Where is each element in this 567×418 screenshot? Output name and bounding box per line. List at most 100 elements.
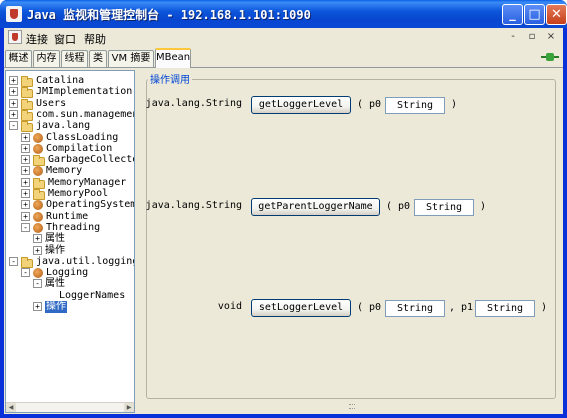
pane-splitter[interactable] bbox=[137, 70, 141, 413]
param-open-paren: ( p0 bbox=[357, 302, 382, 313]
tree-item[interactable]: - Threading bbox=[6, 222, 134, 234]
tree-item[interactable]: + 操作 bbox=[6, 301, 134, 313]
tree-item[interactable]: + ClassLoading bbox=[6, 132, 134, 144]
expand-icon[interactable]: + bbox=[9, 109, 18, 119]
param-input-p1[interactable]: String bbox=[475, 300, 535, 317]
collapse-icon[interactable]: - bbox=[33, 279, 42, 289]
tree-item[interactable]: + Compilation bbox=[6, 143, 134, 155]
param-separator: , p1 bbox=[449, 302, 474, 313]
expand-icon[interactable]: + bbox=[9, 76, 18, 85]
tree-item[interactable]: + MemoryPool bbox=[6, 188, 134, 200]
tab-overview[interactable]: 概述 bbox=[5, 50, 32, 67]
collapse-icon[interactable]: - bbox=[9, 256, 18, 266]
expand-icon[interactable]: + bbox=[21, 200, 30, 210]
tab-classes[interactable]: 类 bbox=[89, 50, 107, 67]
expand-icon[interactable]: + bbox=[21, 211, 30, 221]
scroll-left-icon[interactable]: ◀ bbox=[6, 403, 16, 412]
expand-icon[interactable]: + bbox=[9, 98, 18, 108]
param-input-p0[interactable]: String bbox=[414, 199, 474, 216]
tree-item-label: ClassLoading bbox=[46, 131, 119, 143]
tree-item-label: Logging bbox=[46, 267, 89, 279]
expand-icon[interactable]: + bbox=[33, 234, 42, 244]
operation-invoke-button[interactable]: getParentLoggerName bbox=[251, 198, 380, 216]
expand-icon[interactable]: + bbox=[21, 189, 30, 198]
tree-item[interactable]: + MemoryManager bbox=[6, 177, 134, 189]
tree-item-label: MemoryPool bbox=[48, 188, 109, 199]
tree-item-label: GarbageCollector bbox=[48, 154, 135, 166]
folder-icon bbox=[21, 109, 33, 121]
operation-invoke-button[interactable]: setLoggerLevel bbox=[251, 299, 351, 317]
mbean-icon bbox=[33, 143, 43, 154]
collapse-icon[interactable]: - bbox=[21, 268, 30, 278]
tab-memory[interactable]: 内存 bbox=[33, 50, 60, 67]
minimize-button[interactable]: _ bbox=[502, 4, 523, 25]
tree-item-label: LoggerNames bbox=[59, 289, 126, 301]
operation-return-type: java.lang.String bbox=[145, 200, 242, 211]
mdi-minimize-button[interactable]: - bbox=[505, 29, 521, 45]
mdi-restore-button[interactable]: ▫ bbox=[524, 29, 540, 45]
expand-icon[interactable]: + bbox=[9, 87, 18, 97]
tree-item-label: Compilation bbox=[46, 142, 113, 154]
tree-item-label: OperatingSystem bbox=[46, 199, 135, 211]
tree-item[interactable]: + Memory bbox=[6, 165, 134, 177]
folder-icon bbox=[21, 256, 33, 268]
tree-item-label: Memory bbox=[46, 165, 83, 177]
tree-item[interactable]: + Runtime bbox=[6, 211, 134, 223]
title-bar[interactable]: Java 监视和管理控制台 - 192.168.1.101:1090 _ □ ✕ bbox=[0, 0, 567, 28]
tree-item[interactable]: + OperatingSystem bbox=[6, 199, 134, 211]
tab-mbean[interactable]: MBean bbox=[155, 48, 191, 68]
resize-grip[interactable] bbox=[349, 404, 355, 409]
folder-icon bbox=[33, 155, 45, 167]
tree-item[interactable]: - Logging bbox=[6, 267, 134, 279]
tree-item[interactable]: - java.util.logging bbox=[6, 256, 134, 268]
tree-item[interactable]: + 属性 bbox=[6, 233, 134, 245]
mbean-tree[interactable]: + 操作 LoggerNames - 属性 - Logging - java.util.logg… bbox=[5, 70, 135, 413]
collapse-icon[interactable]: - bbox=[21, 222, 30, 232]
expand-icon[interactable]: + bbox=[21, 166, 30, 176]
expand-icon[interactable]: + bbox=[33, 302, 42, 311]
menu-window[interactable]: 窗口 bbox=[54, 31, 76, 47]
scroll-right-icon[interactable]: ▶ bbox=[124, 403, 134, 412]
tree-item[interactable]: + GarbageCollector bbox=[6, 154, 135, 167]
expand-icon[interactable]: + bbox=[21, 143, 30, 153]
folder-icon bbox=[21, 121, 33, 133]
operations-title: 操作调用 bbox=[148, 71, 192, 86]
plug-connected-icon[interactable] bbox=[541, 52, 559, 62]
param-close-paren: ) bbox=[451, 99, 458, 110]
java-cup-icon[interactable] bbox=[8, 30, 22, 44]
mbean-icon bbox=[33, 222, 43, 233]
collapse-icon[interactable]: - bbox=[9, 121, 18, 131]
expand-icon[interactable]: + bbox=[21, 177, 30, 187]
tree-horizontal-scrollbar[interactable]: ◀ ▶ bbox=[6, 402, 134, 412]
param-input-p0[interactable]: String bbox=[385, 300, 445, 317]
folder-icon bbox=[21, 87, 33, 99]
window-title: Java 监视和管理控制台 - 192.168.1.101:1090 bbox=[27, 8, 311, 22]
expand-icon[interactable]: + bbox=[21, 155, 30, 165]
mdi-close-button[interactable]: × bbox=[543, 29, 559, 45]
tree-item[interactable]: - java.lang bbox=[6, 120, 134, 133]
tree-item[interactable]: + Catalina bbox=[6, 75, 134, 87]
tab-vm-summary[interactable]: VM 摘要 bbox=[108, 50, 154, 67]
maximize-button[interactable]: □ bbox=[524, 4, 545, 25]
expand-icon[interactable]: + bbox=[21, 132, 30, 142]
menu-connect[interactable]: 连接 bbox=[26, 31, 48, 47]
client-area: 连接 窗口 帮助 - ▫ × 概述 内存 线程 类 VM 摘要 MBean + 操… bbox=[4, 28, 563, 414]
tree-item-label: Runtime bbox=[46, 210, 89, 222]
tree-item[interactable]: + 操作 bbox=[6, 245, 134, 257]
app-window: Java 监视和管理控制台 - 192.168.1.101:1090 _ □ ✕… bbox=[0, 0, 567, 418]
tree-item-label: 操作 bbox=[45, 301, 67, 313]
close-button[interactable]: ✕ bbox=[546, 4, 567, 25]
menu-help[interactable]: 帮助 bbox=[84, 31, 106, 47]
tab-threads[interactable]: 线程 bbox=[61, 50, 88, 67]
expand-icon[interactable]: + bbox=[33, 245, 42, 255]
tree-item[interactable]: - 属性 bbox=[6, 278, 134, 290]
tree-item-label: JMImplementation bbox=[36, 86, 133, 98]
folder-icon bbox=[21, 76, 33, 87]
tree-item[interactable]: + JMImplementation bbox=[6, 86, 134, 99]
tree-item[interactable]: + com.sun.management bbox=[6, 109, 134, 121]
param-input-p0[interactable]: String bbox=[385, 97, 445, 114]
tree-item-label: MemoryManager bbox=[48, 176, 127, 188]
tree-item[interactable]: + Users bbox=[6, 98, 134, 110]
tree-item[interactable]: LoggerNames bbox=[6, 290, 134, 302]
operation-invoke-button[interactable]: getLoggerLevel bbox=[251, 96, 351, 114]
